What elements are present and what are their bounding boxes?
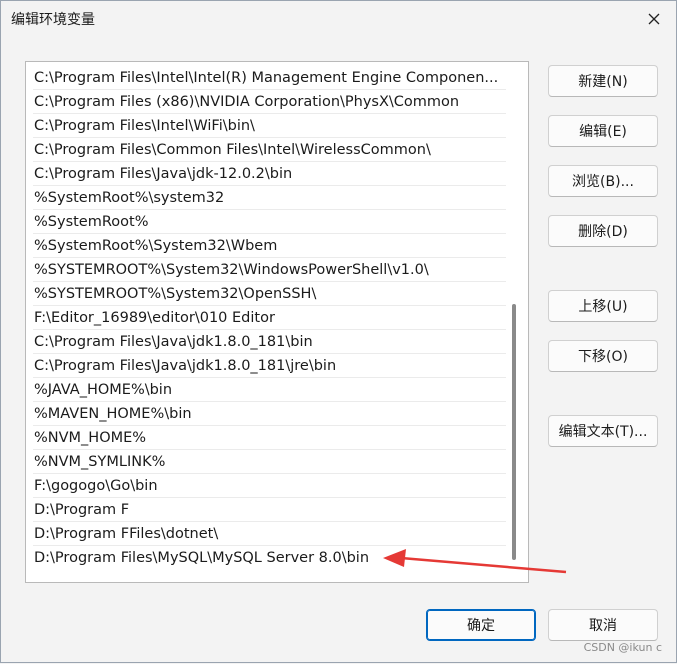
edit-env-var-dialog: 编辑环境变量 C:\Program Files\Intel\Intel(R) M… [0, 0, 677, 663]
annotation-arrow [383, 549, 567, 574]
watermark: CSDN @ikun c [583, 641, 662, 654]
